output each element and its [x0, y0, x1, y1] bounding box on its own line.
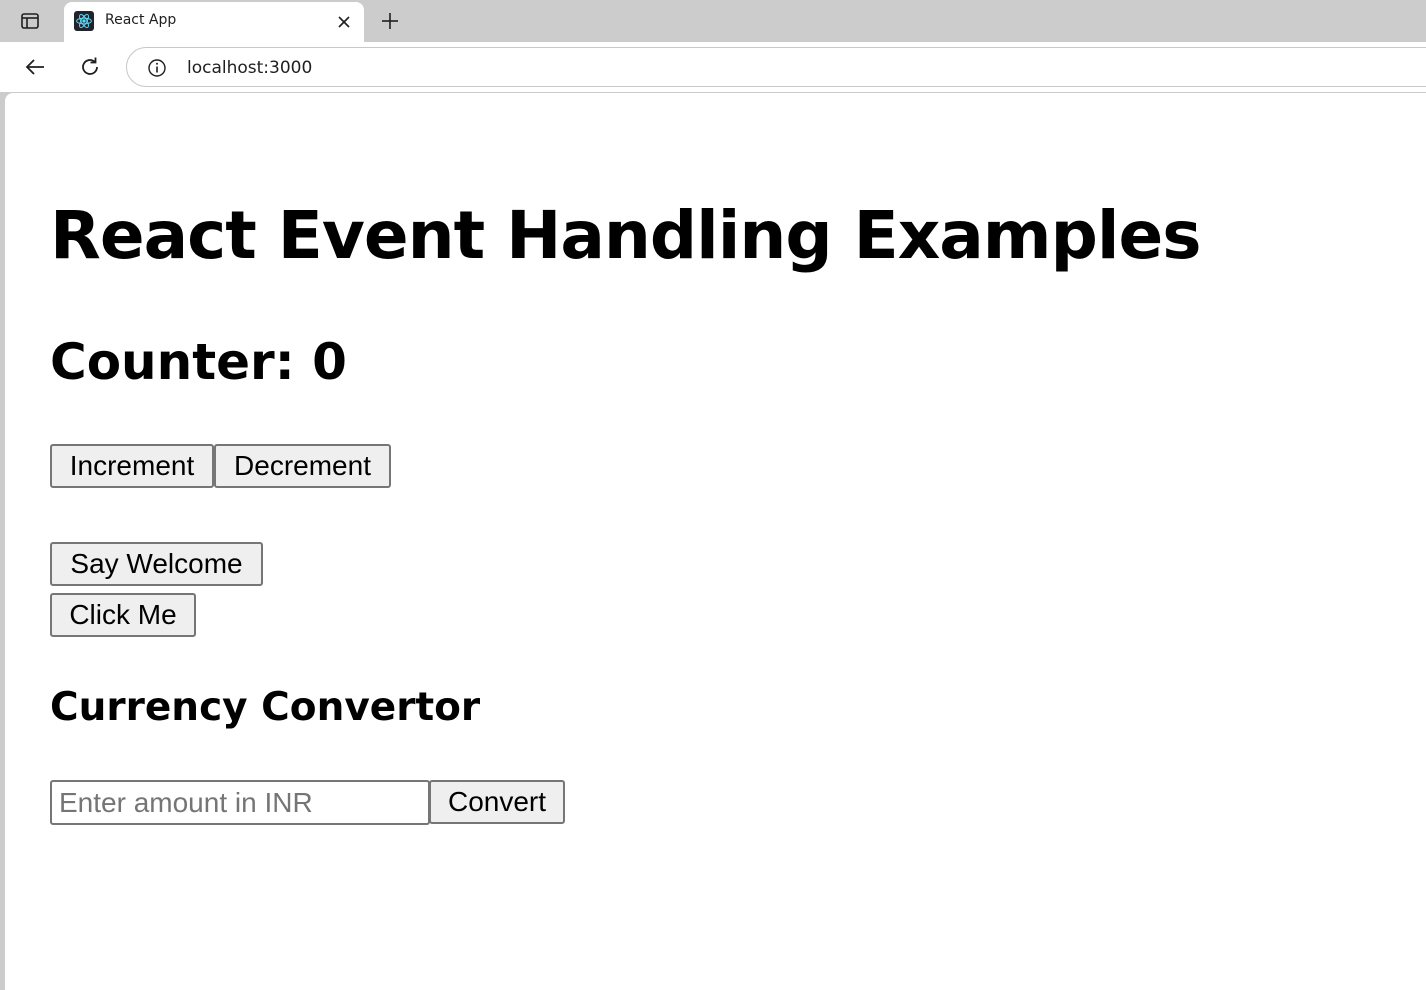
tab-close-button[interactable]	[332, 10, 356, 34]
reload-icon	[82, 57, 98, 75]
counter-display: Counter: 0	[50, 333, 347, 391]
info-icon[interactable]	[147, 58, 167, 78]
reload-button[interactable]	[73, 50, 107, 84]
back-button[interactable]	[18, 50, 52, 84]
browser-tab[interactable]: React App	[64, 2, 364, 42]
react-logo-icon	[74, 11, 94, 31]
back-arrow-icon	[25, 59, 44, 75]
page-title: React Event Handling Examples	[50, 197, 1201, 274]
new-tab-button[interactable]	[374, 5, 406, 37]
decrement-button[interactable]: Decrement	[214, 444, 391, 488]
tab-strip: React App	[0, 0, 1426, 42]
page-viewport: React Event Handling Examples Counter: 0…	[5, 93, 1426, 990]
url-text: localhost:3000	[187, 58, 313, 78]
address-bar[interactable]: localhost:3000	[126, 47, 1426, 87]
currency-convertor-title: Currency Convertor	[50, 685, 481, 730]
tab-list-button[interactable]	[10, 6, 50, 36]
close-icon	[338, 16, 350, 28]
tab-title: React App	[105, 12, 177, 28]
plus-icon	[382, 13, 398, 29]
convert-button[interactable]: Convert	[429, 780, 565, 824]
amount-input[interactable]	[50, 780, 430, 825]
click-me-button[interactable]: Click Me	[50, 593, 196, 637]
increment-button[interactable]: Increment	[50, 444, 214, 488]
browser-toolbar: localhost:3000	[0, 42, 1426, 92]
say-welcome-button[interactable]: Say Welcome	[50, 542, 263, 586]
tab-list-icon	[21, 13, 39, 29]
